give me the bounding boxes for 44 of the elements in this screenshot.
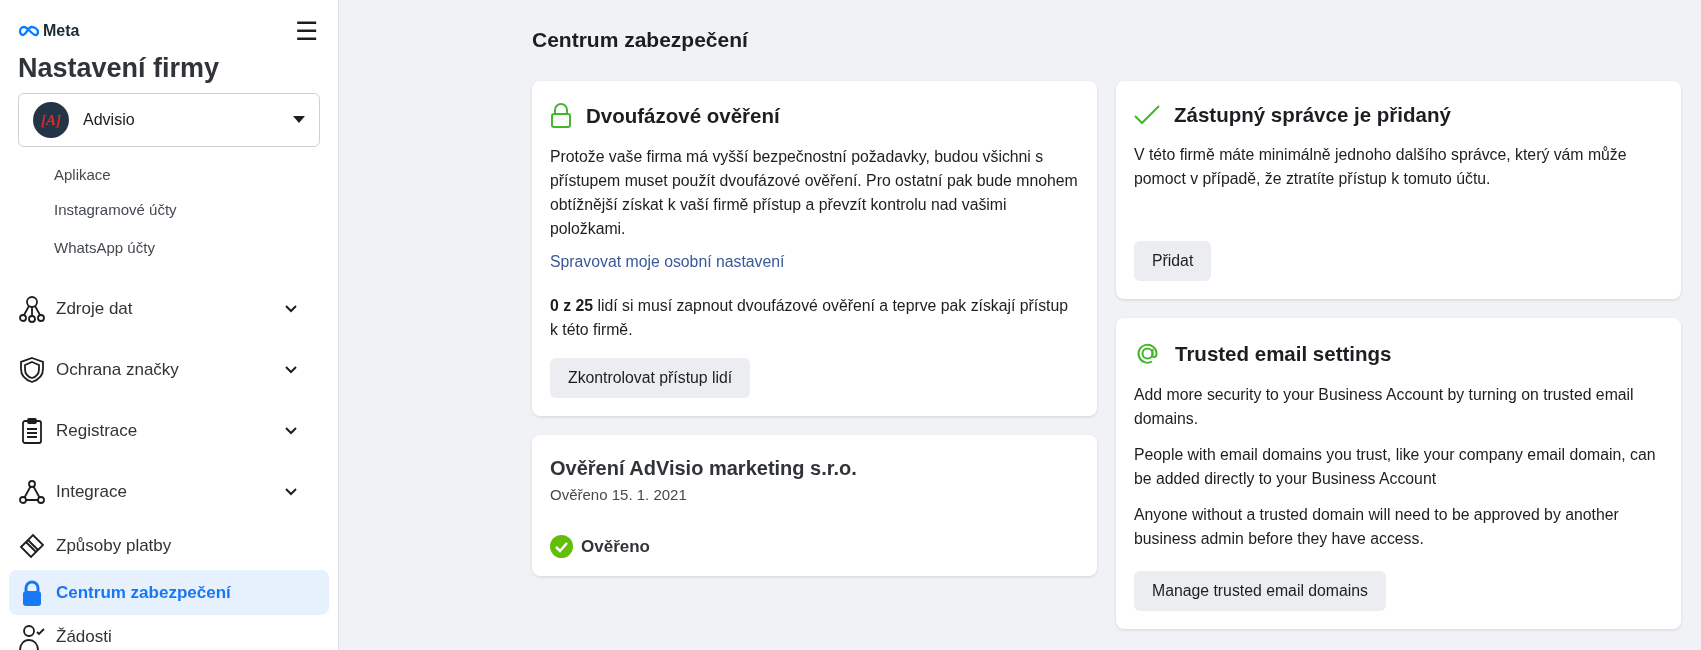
page-title: Centrum zabezpečení xyxy=(532,28,750,52)
verification-status: Ověřeno xyxy=(581,536,650,557)
settings-link[interactable]: Spravovat moje osobní nastavení xyxy=(550,253,1079,271)
dropdown-caret-icon xyxy=(293,116,305,124)
menu-icon[interactable]: ☰ xyxy=(295,17,318,45)
account-dropdown[interactable]: [A] Advisio xyxy=(18,93,320,147)
card-button[interactable]: Zkontrolovat přístup lidí xyxy=(550,358,751,398)
credit-card-icon xyxy=(18,531,46,560)
account-avatar: [A] xyxy=(33,102,69,138)
sidebar-title: Nastavení firmy xyxy=(18,53,221,84)
shield-icon xyxy=(18,356,46,384)
sidebar-item[interactable]: Registrace xyxy=(9,408,329,454)
sidebar-item[interactable]: Ochrana značky xyxy=(9,347,329,393)
check-circle-icon xyxy=(550,535,573,558)
sidebar-item[interactable]: Způsoby platby xyxy=(9,523,329,568)
infinity-icon xyxy=(18,25,40,37)
card-text: V této firmě máte minimálně jednoho dalšího správce, který vám může pomoct v případě, že ztratíte přístup k tomuto účtu. xyxy=(1134,145,1628,189)
card-text: Protože vaše firma má vyšší bezpečnostní požadavky, budou všichni s přístupem muset použít dvoufázové ověření. Pro ostatní pak bude mnohem obtížnější získat k vaší firmě přístup a převzít kontrolu nad vašimi položkami. xyxy=(550,147,1079,239)
network-icon xyxy=(18,478,46,506)
card-button[interactable]: Přidat xyxy=(1134,241,1212,281)
sidebar-subitem[interactable]: Instagramové účty xyxy=(0,191,338,229)
card-title: Dvoufázové ověření xyxy=(586,104,780,128)
verified-date: Ověřeno 15. 1. 2021 xyxy=(550,486,688,503)
sidebar-item[interactable]: Žádosti xyxy=(9,617,329,650)
sidebar-subitem[interactable]: Aplikace xyxy=(0,165,338,191)
sidebar-item[interactable]: Zdroje dat xyxy=(9,286,329,332)
card-text: 0 z 25 lidí si musí zapnout dvoufázové ověření a teprve pak získají přístup k této firmě. xyxy=(550,296,1070,340)
sidebar-item[interactable]: Integrace xyxy=(9,469,329,515)
sidebar-item[interactable]: Centrum zabezpečení xyxy=(9,570,329,615)
sidebar-subitem[interactable]: WhatsApp účty xyxy=(0,229,338,267)
person-check-icon xyxy=(18,623,46,650)
meta-logo[interactable]: Meta xyxy=(18,22,80,40)
card-title: Ověření AdVisio marketing s.r.o. xyxy=(550,457,858,480)
data-sources-icon xyxy=(18,295,46,323)
card-button[interactable]: Manage trusted email domains xyxy=(1134,571,1386,611)
card-title: Trusted email settings xyxy=(1175,341,1392,366)
checkmark-icon xyxy=(1134,105,1160,125)
account-name: Advisio xyxy=(83,111,136,129)
card-title: Zástupný správce je přidaný xyxy=(1174,103,1451,127)
card-text: Add more security to your Business Account by turning on trusted email domains. xyxy=(1134,385,1635,429)
card-text: Anyone without a trusted domain will need to be approved by another business admin before they have access. xyxy=(1134,505,1620,549)
card-text: People with email domains you trust, like your company email domain, can be added directly to your Business Account xyxy=(1134,445,1657,489)
logo-text: Meta xyxy=(43,22,80,40)
padlock-icon xyxy=(550,103,572,129)
